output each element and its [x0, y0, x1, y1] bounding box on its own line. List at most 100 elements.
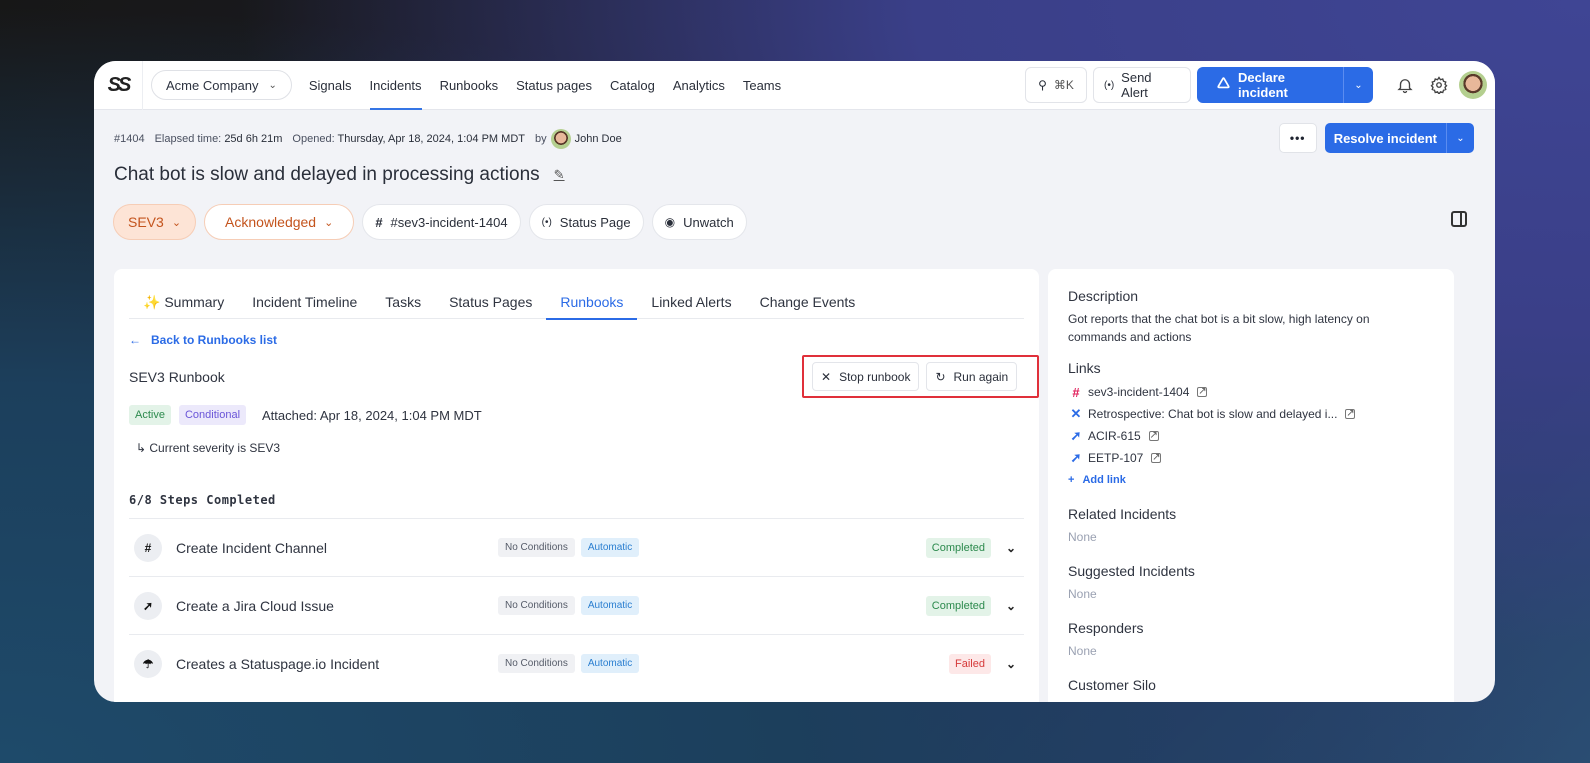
step-row[interactable]: ☂ Creates a Statuspage.io Incident No Co…: [129, 634, 1024, 692]
incident-meta: #1404 Elapsed time: 25d 6h 21m Opened: T…: [114, 129, 622, 149]
user-avatar[interactable]: [1459, 71, 1487, 99]
severity-select[interactable]: SEV3 ⌄: [113, 204, 197, 240]
link-item[interactable]: ✕ Retrospective: Chat bot is slow and de…: [1068, 406, 1434, 422]
settings-button[interactable]: [1425, 71, 1453, 99]
external-link-icon: ↗: [1148, 430, 1159, 441]
runbook-badges: Active Conditional Attached: Apr 18, 202…: [129, 405, 482, 425]
back-to-runbooks-link[interactable]: ← Back to Runbooks list: [129, 333, 277, 347]
status-page-button[interactable]: (•) Status Page: [528, 204, 644, 240]
author-avatar: [550, 129, 571, 149]
panel-toggle-icon[interactable]: [1451, 211, 1467, 227]
active-badge: Active: [129, 405, 171, 425]
description-text: Got reports that the chat bot is a bit s…: [1068, 312, 1370, 344]
step-status: Completed: [925, 595, 991, 616]
nav-runbooks[interactable]: Runbooks: [431, 61, 508, 110]
author-name: John Doe: [574, 133, 622, 145]
nav-catalog[interactable]: Catalog: [601, 61, 664, 110]
search-button[interactable]: ⚲ ⌘K: [1025, 67, 1087, 103]
pencil-icon[interactable]: ✎: [554, 167, 565, 183]
slack-channel-button[interactable]: # #sev3-incident-1404: [362, 204, 521, 240]
responders-value: None: [1068, 644, 1097, 658]
notifications-button[interactable]: [1391, 71, 1419, 99]
main-card: ✨ Summary Incident Timeline Tasks Status…: [114, 269, 1039, 702]
link-item[interactable]: # sev3-incident-1404 ↗: [1068, 384, 1434, 400]
broadcast-icon: (•): [541, 216, 552, 228]
steps-list: # Create Incident Channel No Conditions …: [129, 518, 1024, 692]
header-actions: ••• Resolve incident ⌄: [1278, 123, 1474, 153]
unwatch-button[interactable]: ◉ Unwatch: [651, 204, 747, 240]
external-link-icon: ↗: [1345, 408, 1356, 419]
links-heading: Links: [1068, 360, 1101, 376]
statuspage-icon: ☂: [134, 649, 162, 678]
nav-signals[interactable]: Signals: [300, 61, 361, 110]
nav-teams[interactable]: Teams: [734, 61, 790, 110]
chevron-down-icon[interactable]: ⌄: [1006, 599, 1016, 613]
customer-silo-heading: Customer Silo: [1068, 677, 1156, 693]
resolve-group: Resolve incident ⌄: [1324, 123, 1474, 153]
chevron-down-icon: ⌄: [268, 79, 277, 91]
related-incidents-heading: Related Incidents: [1068, 506, 1177, 522]
suggested-incidents-value: None: [1068, 587, 1097, 601]
nav-actions: ⚲ ⌘K (•) Send Alert 🛆 Declare incident ⌄: [1025, 67, 1487, 103]
declare-incident-group: 🛆 Declare incident ⌄: [1197, 67, 1373, 103]
nav-incidents[interactable]: Incidents: [361, 61, 431, 110]
tab-linked-alerts[interactable]: Linked Alerts: [637, 285, 745, 319]
steps-completed: 6/8 Steps Completed: [129, 493, 276, 507]
send-alert-label: Send Alert: [1121, 70, 1152, 100]
send-alert-button[interactable]: (•) Send Alert: [1093, 67, 1191, 103]
step-row[interactable]: # Create Incident Channel No Conditions …: [129, 518, 1024, 576]
tab-status-pages[interactable]: Status Pages: [435, 285, 546, 319]
incident-title: Chat bot is slow and delayed in processi…: [114, 164, 565, 186]
step-row[interactable]: ➚ Create a Jira Cloud Issue No Condition…: [129, 576, 1024, 634]
mode-tag: Automatic: [580, 654, 640, 673]
add-link-button[interactable]: + Add link: [1068, 474, 1434, 486]
nav-links: Signals Incidents Runbooks Status pages …: [300, 61, 790, 110]
close-icon: ✕: [821, 369, 832, 384]
tab-tasks[interactable]: Tasks: [371, 285, 435, 319]
tab-bar: ✨ Summary Incident Timeline Tasks Status…: [129, 285, 1024, 320]
more-options-button[interactable]: •••: [1278, 123, 1317, 153]
runbook-condition: ↳ Current severity is SEV3: [136, 441, 281, 455]
tab-summary[interactable]: ✨ Summary: [129, 285, 238, 319]
link-item[interactable]: ➚ ACIR-615 ↗: [1068, 428, 1434, 444]
nav-analytics[interactable]: Analytics: [664, 61, 734, 110]
logo-cell[interactable]: SS: [94, 61, 143, 110]
stop-runbook-button[interactable]: ✕ Stop runbook: [812, 362, 920, 391]
conditional-badge: Conditional: [178, 405, 247, 425]
status-select[interactable]: Acknowledged ⌄: [204, 204, 355, 240]
jira-icon: ➚: [134, 591, 162, 620]
step-status: Failed: [949, 653, 991, 674]
tab-runbooks[interactable]: Runbooks: [546, 285, 638, 320]
runbook-title: SEV3 Runbook: [129, 369, 225, 385]
jira-icon: ➚: [1070, 428, 1082, 443]
external-link-icon: ↗: [1197, 386, 1208, 397]
chevron-down-icon[interactable]: ⌄: [1006, 657, 1016, 671]
mode-tag: Automatic: [580, 596, 640, 615]
step-status: Completed: [925, 537, 991, 558]
org-name: Acme Company: [166, 77, 259, 93]
org-selector[interactable]: Acme Company ⌄: [151, 70, 292, 100]
tab-incident-timeline[interactable]: Incident Timeline: [238, 285, 371, 319]
declare-incident-dropdown[interactable]: ⌄: [1343, 67, 1373, 103]
eye-icon: ◉: [664, 215, 676, 229]
description-heading: Description: [1068, 288, 1139, 304]
chevron-down-icon[interactable]: ⌄: [1006, 541, 1016, 555]
tab-change-events[interactable]: Change Events: [746, 285, 870, 319]
link-item[interactable]: ➚ EETP-107 ↗: [1068, 450, 1434, 466]
resolve-dropdown[interactable]: ⌄: [1446, 123, 1474, 153]
conditions-tag: No Conditions: [498, 654, 575, 673]
slack-icon: #: [1072, 384, 1080, 400]
related-incidents-value: None: [1068, 530, 1097, 544]
chevron-down-icon: ⌄: [171, 216, 182, 229]
slack-icon: #: [375, 214, 383, 230]
incident-title-text: Chat bot is slow and delayed in processi…: [114, 164, 540, 185]
search-icon: ⚲: [1038, 78, 1047, 92]
confluence-icon: ✕: [1070, 406, 1082, 421]
resolve-incident-button[interactable]: Resolve incident: [1324, 123, 1446, 153]
attached-date: Attached: Apr 18, 2024, 1:04 PM MDT: [262, 407, 482, 423]
declare-incident-button[interactable]: 🛆 Declare incident: [1197, 67, 1343, 103]
run-again-button[interactable]: ↻ Run again: [926, 362, 1018, 391]
nav-status-pages[interactable]: Status pages: [507, 61, 601, 110]
chevron-down-icon: ⌄: [324, 216, 334, 229]
logo-icon: SS: [107, 73, 132, 96]
